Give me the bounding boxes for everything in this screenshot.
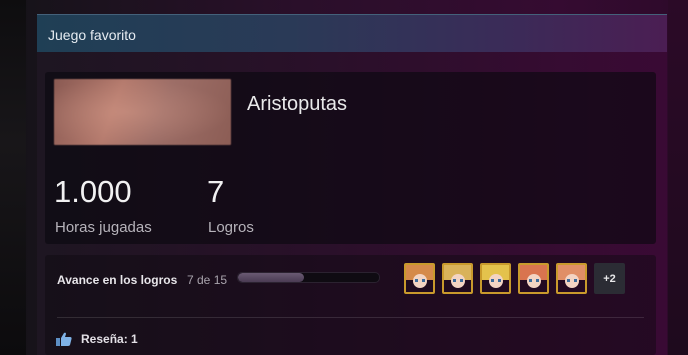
achievement-icon[interactable] bbox=[480, 263, 511, 294]
background-right-artwork bbox=[668, 0, 688, 355]
review-row[interactable]: Reseña: 1 bbox=[55, 331, 138, 347]
achievement-progress-label: Avance en los logros bbox=[57, 273, 178, 287]
achievement-progress-count: 7 de 15 bbox=[187, 273, 228, 287]
achievement-icons: +2 bbox=[404, 263, 625, 295]
achievement-icon[interactable] bbox=[556, 263, 587, 294]
achievement-progress-fill bbox=[238, 273, 304, 282]
more-achievements-badge[interactable]: +2 bbox=[594, 263, 625, 294]
game-name[interactable]: Aristoputas bbox=[247, 93, 347, 116]
background-left-artwork bbox=[0, 0, 26, 355]
game-capsule-image[interactable] bbox=[54, 79, 231, 145]
divider bbox=[57, 317, 644, 318]
showcase-title: Juego favorito bbox=[48, 27, 136, 43]
review-label: Reseña: 1 bbox=[81, 332, 138, 346]
achievements-count-value: 7 bbox=[207, 174, 225, 209]
hours-played-value: 1.000 bbox=[54, 174, 132, 209]
thumbs-up-icon bbox=[56, 332, 72, 346]
achievement-progress-bar bbox=[237, 272, 380, 283]
hours-played-label: Horas jugadas bbox=[55, 219, 152, 236]
favorite-game-showcase: Juego favorito Aristoputas 1.000 Horas j… bbox=[37, 14, 667, 355]
game-card[interactable]: Aristoputas 1.000 Horas jugadas 7 Logros bbox=[45, 72, 656, 244]
achievement-icon[interactable] bbox=[442, 263, 473, 294]
achievement-icon[interactable] bbox=[518, 263, 549, 294]
profile-showcase-page: Juego favorito Aristoputas 1.000 Horas j… bbox=[0, 0, 688, 355]
achievements-count-label: Logros bbox=[208, 219, 254, 236]
showcase-header: Juego favorito bbox=[37, 14, 667, 52]
achievement-icon[interactable] bbox=[404, 263, 435, 294]
achievement-progress-card: Avance en los logros 7 de 15 +2 Reseña: … bbox=[45, 255, 656, 355]
